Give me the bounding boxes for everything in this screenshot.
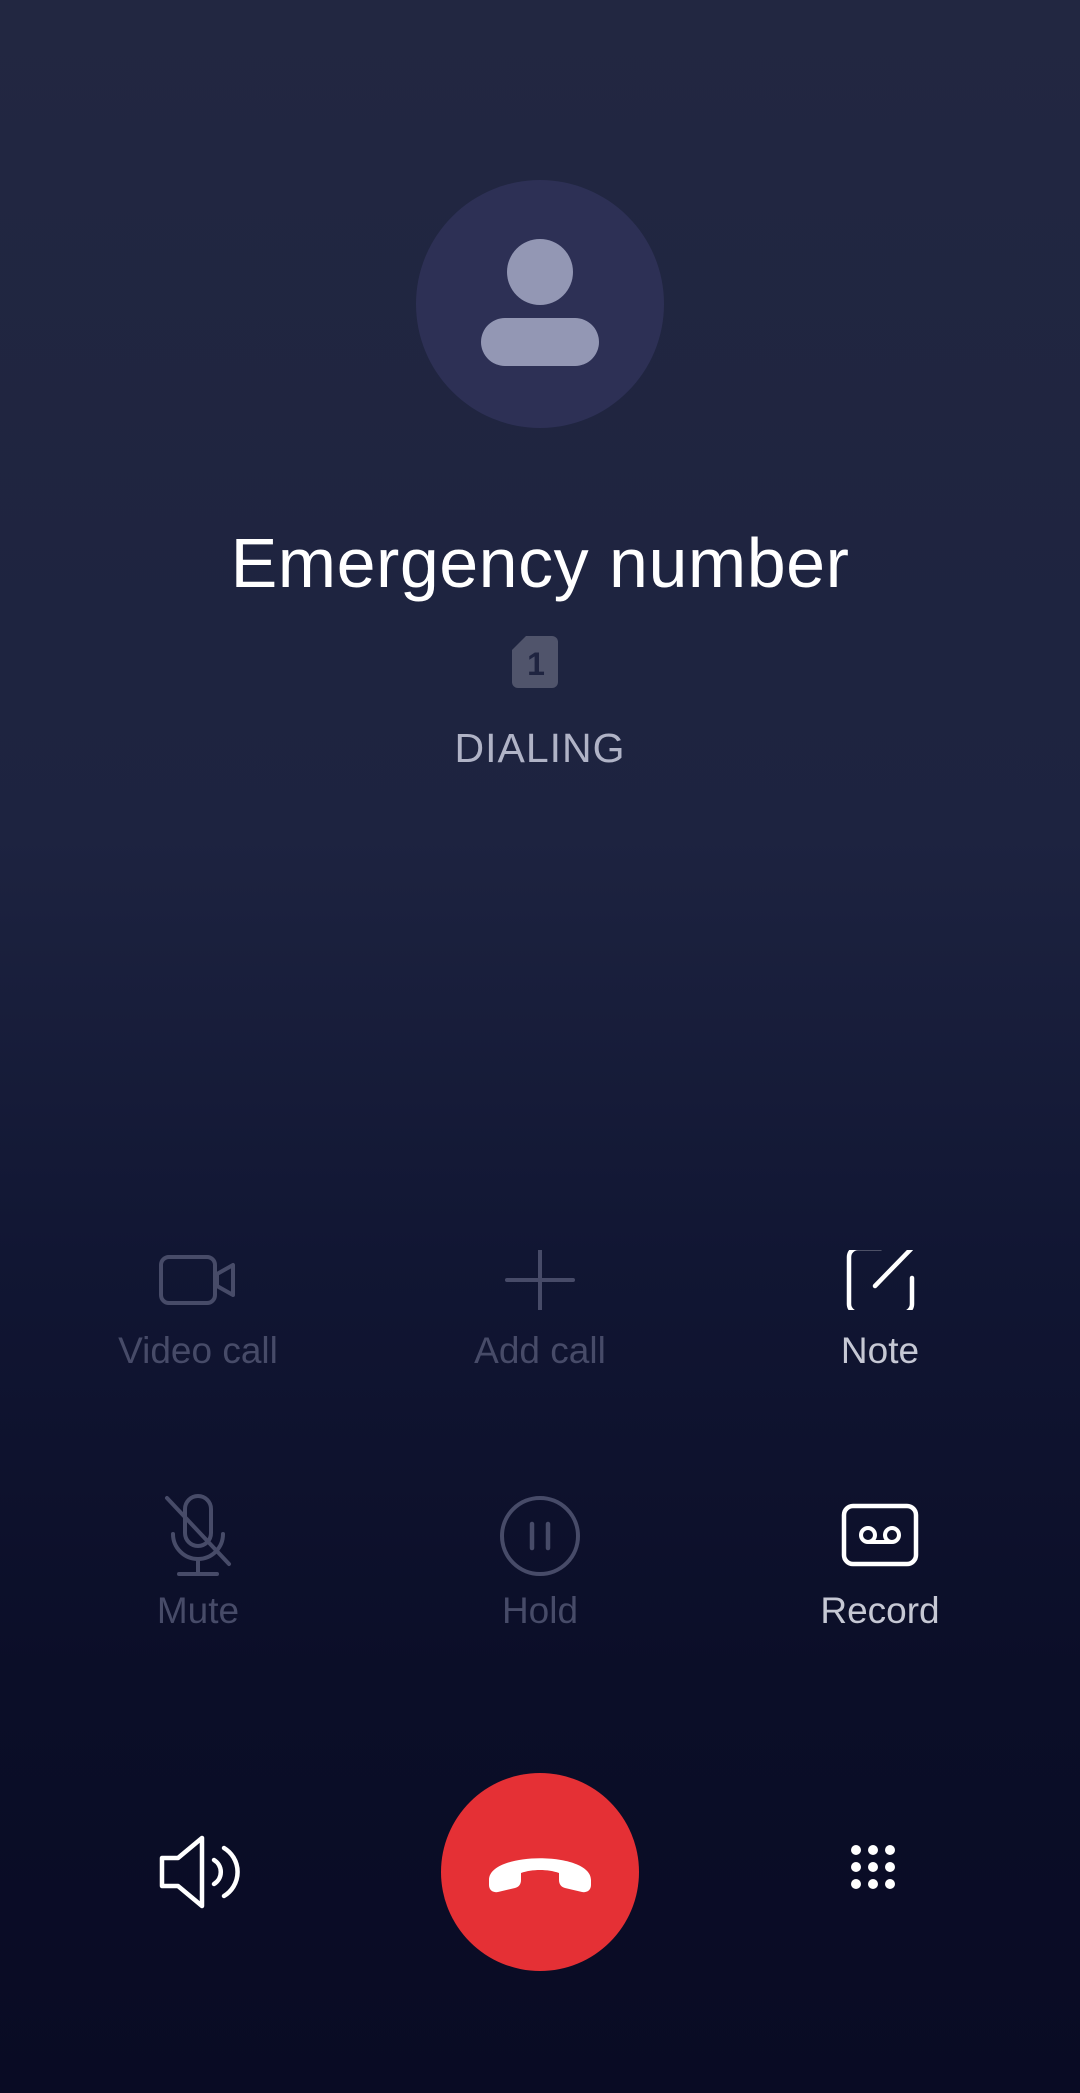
mute-label: Mute — [156, 1590, 240, 1631]
person-icon — [481, 239, 599, 366]
microphone-off-icon — [165, 1494, 231, 1576]
record-button[interactable]: Record — [740, 1494, 1020, 1634]
contact-avatar — [416, 180, 664, 428]
sim-card-icon: 1 — [512, 636, 558, 688]
note-edit-icon — [846, 1250, 915, 1310]
hang-up-icon — [489, 1858, 591, 1893]
note-button[interactable]: Note — [740, 1250, 1020, 1374]
sim-slot-number: 1 — [527, 646, 545, 682]
plus-icon — [505, 1250, 575, 1310]
hold-label: Hold — [501, 1590, 579, 1631]
video-camera-icon — [159, 1255, 235, 1305]
dialpad-button[interactable] — [848, 1842, 912, 1906]
caller-name: Emergency number — [230, 524, 850, 602]
video-call-button[interactable]: Video call — [58, 1250, 338, 1374]
mute-button[interactable]: Mute — [58, 1494, 338, 1634]
video-call-label: Video call — [118, 1330, 278, 1371]
pause-icon — [500, 1496, 580, 1576]
dialpad-icon — [851, 1845, 895, 1889]
add-call-button[interactable]: Add call — [400, 1250, 680, 1374]
speaker-icon — [159, 1835, 240, 1909]
record-label: Record — [820, 1590, 940, 1631]
note-label: Note — [840, 1330, 920, 1371]
call-status: DIALING — [454, 725, 626, 771]
cassette-icon — [841, 1503, 919, 1567]
hold-button[interactable]: Hold — [400, 1494, 680, 1634]
speaker-button[interactable] — [156, 1834, 246, 1910]
end-call-button[interactable] — [441, 1773, 639, 1971]
add-call-label: Add call — [474, 1330, 606, 1371]
